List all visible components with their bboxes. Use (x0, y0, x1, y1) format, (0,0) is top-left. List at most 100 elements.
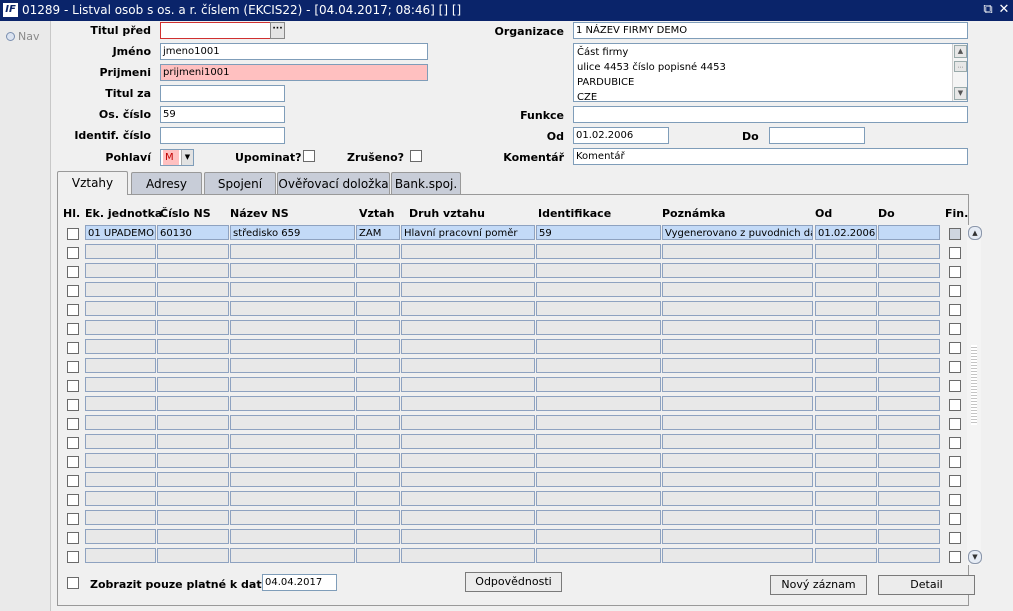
grid-cell-ident[interactable] (536, 396, 661, 411)
address-box[interactable]: Část firmy ulice 4453 číslo popisné 4453… (573, 43, 968, 102)
fin-checkbox[interactable] (949, 228, 961, 240)
hl-checkbox[interactable] (67, 304, 79, 316)
grid-cell-ident[interactable] (536, 510, 661, 525)
fin-checkbox[interactable] (949, 342, 961, 354)
hl-checkbox[interactable] (67, 342, 79, 354)
grid-cell-druh[interactable] (401, 320, 535, 335)
grid-cell-druh[interactable] (401, 377, 535, 392)
grid-cell-ek[interactable] (85, 339, 156, 354)
grid-cell-do[interactable] (878, 358, 940, 373)
grid-cell-do[interactable] (878, 415, 940, 430)
grid-cell-poznamka[interactable] (662, 244, 813, 259)
scroll-up-icon[interactable]: ▲ (954, 45, 967, 58)
grid-cell-do[interactable] (878, 282, 940, 297)
fin-checkbox[interactable] (949, 285, 961, 297)
grid-cell-cislo-ns[interactable] (157, 415, 229, 430)
grid-cell-od[interactable]: 01.02.2006 (815, 225, 877, 240)
fin-checkbox[interactable] (949, 304, 961, 316)
grid-cell-od[interactable] (815, 510, 877, 525)
grid-cell-ident[interactable] (536, 339, 661, 354)
grid-cell-nazev-ns[interactable] (230, 301, 355, 316)
titul-pred-input[interactable] (160, 22, 272, 39)
organizace-input[interactable]: 1 NÁZEV FIRMY DEMO (573, 22, 968, 39)
grid-cell-ek[interactable]: 01 UPADEMO (85, 225, 156, 240)
grid-cell-druh[interactable] (401, 282, 535, 297)
grid-cell-do[interactable] (878, 396, 940, 411)
fin-checkbox[interactable] (949, 361, 961, 373)
grid-cell-cislo-ns[interactable] (157, 244, 229, 259)
grid-cell-do[interactable] (878, 244, 940, 259)
funkce-input[interactable] (573, 106, 968, 123)
chevron-down-icon[interactable]: ▼ (181, 150, 193, 165)
hl-checkbox[interactable] (67, 323, 79, 335)
grid-cell-poznamka[interactable] (662, 415, 813, 430)
grid-cell-nazev-ns[interactable] (230, 320, 355, 335)
grid-cell-do[interactable] (878, 339, 940, 354)
grid-cell-poznamka[interactable] (662, 510, 813, 525)
scroll-up-icon[interactable]: ▲ (968, 226, 982, 240)
detail-button[interactable]: Detail (878, 575, 975, 595)
zruseno-checkbox[interactable] (410, 150, 422, 162)
grid-cell-cislo-ns[interactable] (157, 529, 229, 544)
grid-cell-nazev-ns[interactable] (230, 415, 355, 430)
hl-checkbox[interactable] (67, 532, 79, 544)
grid-cell-od[interactable] (815, 320, 877, 335)
grid-cell-poznamka[interactable] (662, 472, 813, 487)
hl-checkbox[interactable] (67, 266, 79, 278)
hl-checkbox[interactable] (67, 551, 79, 563)
grid-cell-ident[interactable] (536, 320, 661, 335)
grid-cell-od[interactable] (815, 301, 877, 316)
grid-cell-nazev-ns[interactable] (230, 244, 355, 259)
tab-adresy[interactable]: Adresy (131, 172, 202, 195)
grid-cell-nazev-ns[interactable]: středisko 659 (230, 225, 355, 240)
scroll-down-icon[interactable]: ▼ (968, 550, 982, 564)
upominat-checkbox[interactable] (303, 150, 315, 162)
restore-window-icon[interactable]: ⧉ (981, 2, 995, 18)
pohlavi-select[interactable]: M ▼ (160, 149, 194, 166)
grid-cell-poznamka[interactable] (662, 263, 813, 278)
grid-cell-nazev-ns[interactable] (230, 548, 355, 563)
scroll-thumb[interactable]: ⋯ (954, 61, 967, 72)
grid-cell-nazev-ns[interactable] (230, 491, 355, 506)
grid-cell-nazev-ns[interactable] (230, 434, 355, 449)
grid-cell-ident[interactable] (536, 358, 661, 373)
prijmeni-input[interactable]: prijmeni1001 (160, 64, 428, 81)
grid-cell-ek[interactable] (85, 472, 156, 487)
fin-checkbox[interactable] (949, 323, 961, 335)
hl-checkbox[interactable] (67, 513, 79, 525)
grid-cell-cislo-ns[interactable] (157, 377, 229, 392)
grid-cell-od[interactable] (815, 491, 877, 506)
grid-cell-nazev-ns[interactable] (230, 358, 355, 373)
fin-checkbox[interactable] (949, 266, 961, 278)
grid-cell-druh[interactable] (401, 434, 535, 449)
grid-cell-vztah[interactable]: ZAM (356, 225, 400, 240)
grid-cell-ek[interactable] (85, 510, 156, 525)
valid-date-input[interactable]: 04.04.2017 (262, 574, 337, 591)
hl-checkbox[interactable] (67, 228, 79, 240)
grid-cell-cislo-ns[interactable] (157, 491, 229, 506)
grid-cell-druh[interactable] (401, 396, 535, 411)
tab-vztahy[interactable]: Vztahy (57, 171, 128, 195)
grid-cell-cislo-ns[interactable] (157, 301, 229, 316)
grid-cell-ek[interactable] (85, 415, 156, 430)
grid-cell-ident[interactable] (536, 263, 661, 278)
grid-cell-vztah[interactable] (356, 396, 400, 411)
grid-cell-od[interactable] (815, 377, 877, 392)
grid-cell-druh[interactable] (401, 301, 535, 316)
grid-cell-nazev-ns[interactable] (230, 396, 355, 411)
grid-cell-do[interactable] (878, 529, 940, 544)
grid-cell-poznamka[interactable] (662, 434, 813, 449)
grid-cell-od[interactable] (815, 339, 877, 354)
grid-cell-poznamka[interactable] (662, 320, 813, 335)
fin-checkbox[interactable] (949, 247, 961, 259)
grid-cell-poznamka[interactable] (662, 548, 813, 563)
grid-cell-druh[interactable] (401, 358, 535, 373)
grid-cell-vztah[interactable] (356, 339, 400, 354)
hl-checkbox[interactable] (67, 285, 79, 297)
grid-cell-do[interactable] (878, 548, 940, 563)
grid-cell-ident[interactable] (536, 529, 661, 544)
grid-cell-druh[interactable] (401, 415, 535, 430)
grid-cell-cislo-ns[interactable]: 60130 (157, 225, 229, 240)
fin-checkbox[interactable] (949, 437, 961, 449)
grid-cell-ek[interactable] (85, 244, 156, 259)
